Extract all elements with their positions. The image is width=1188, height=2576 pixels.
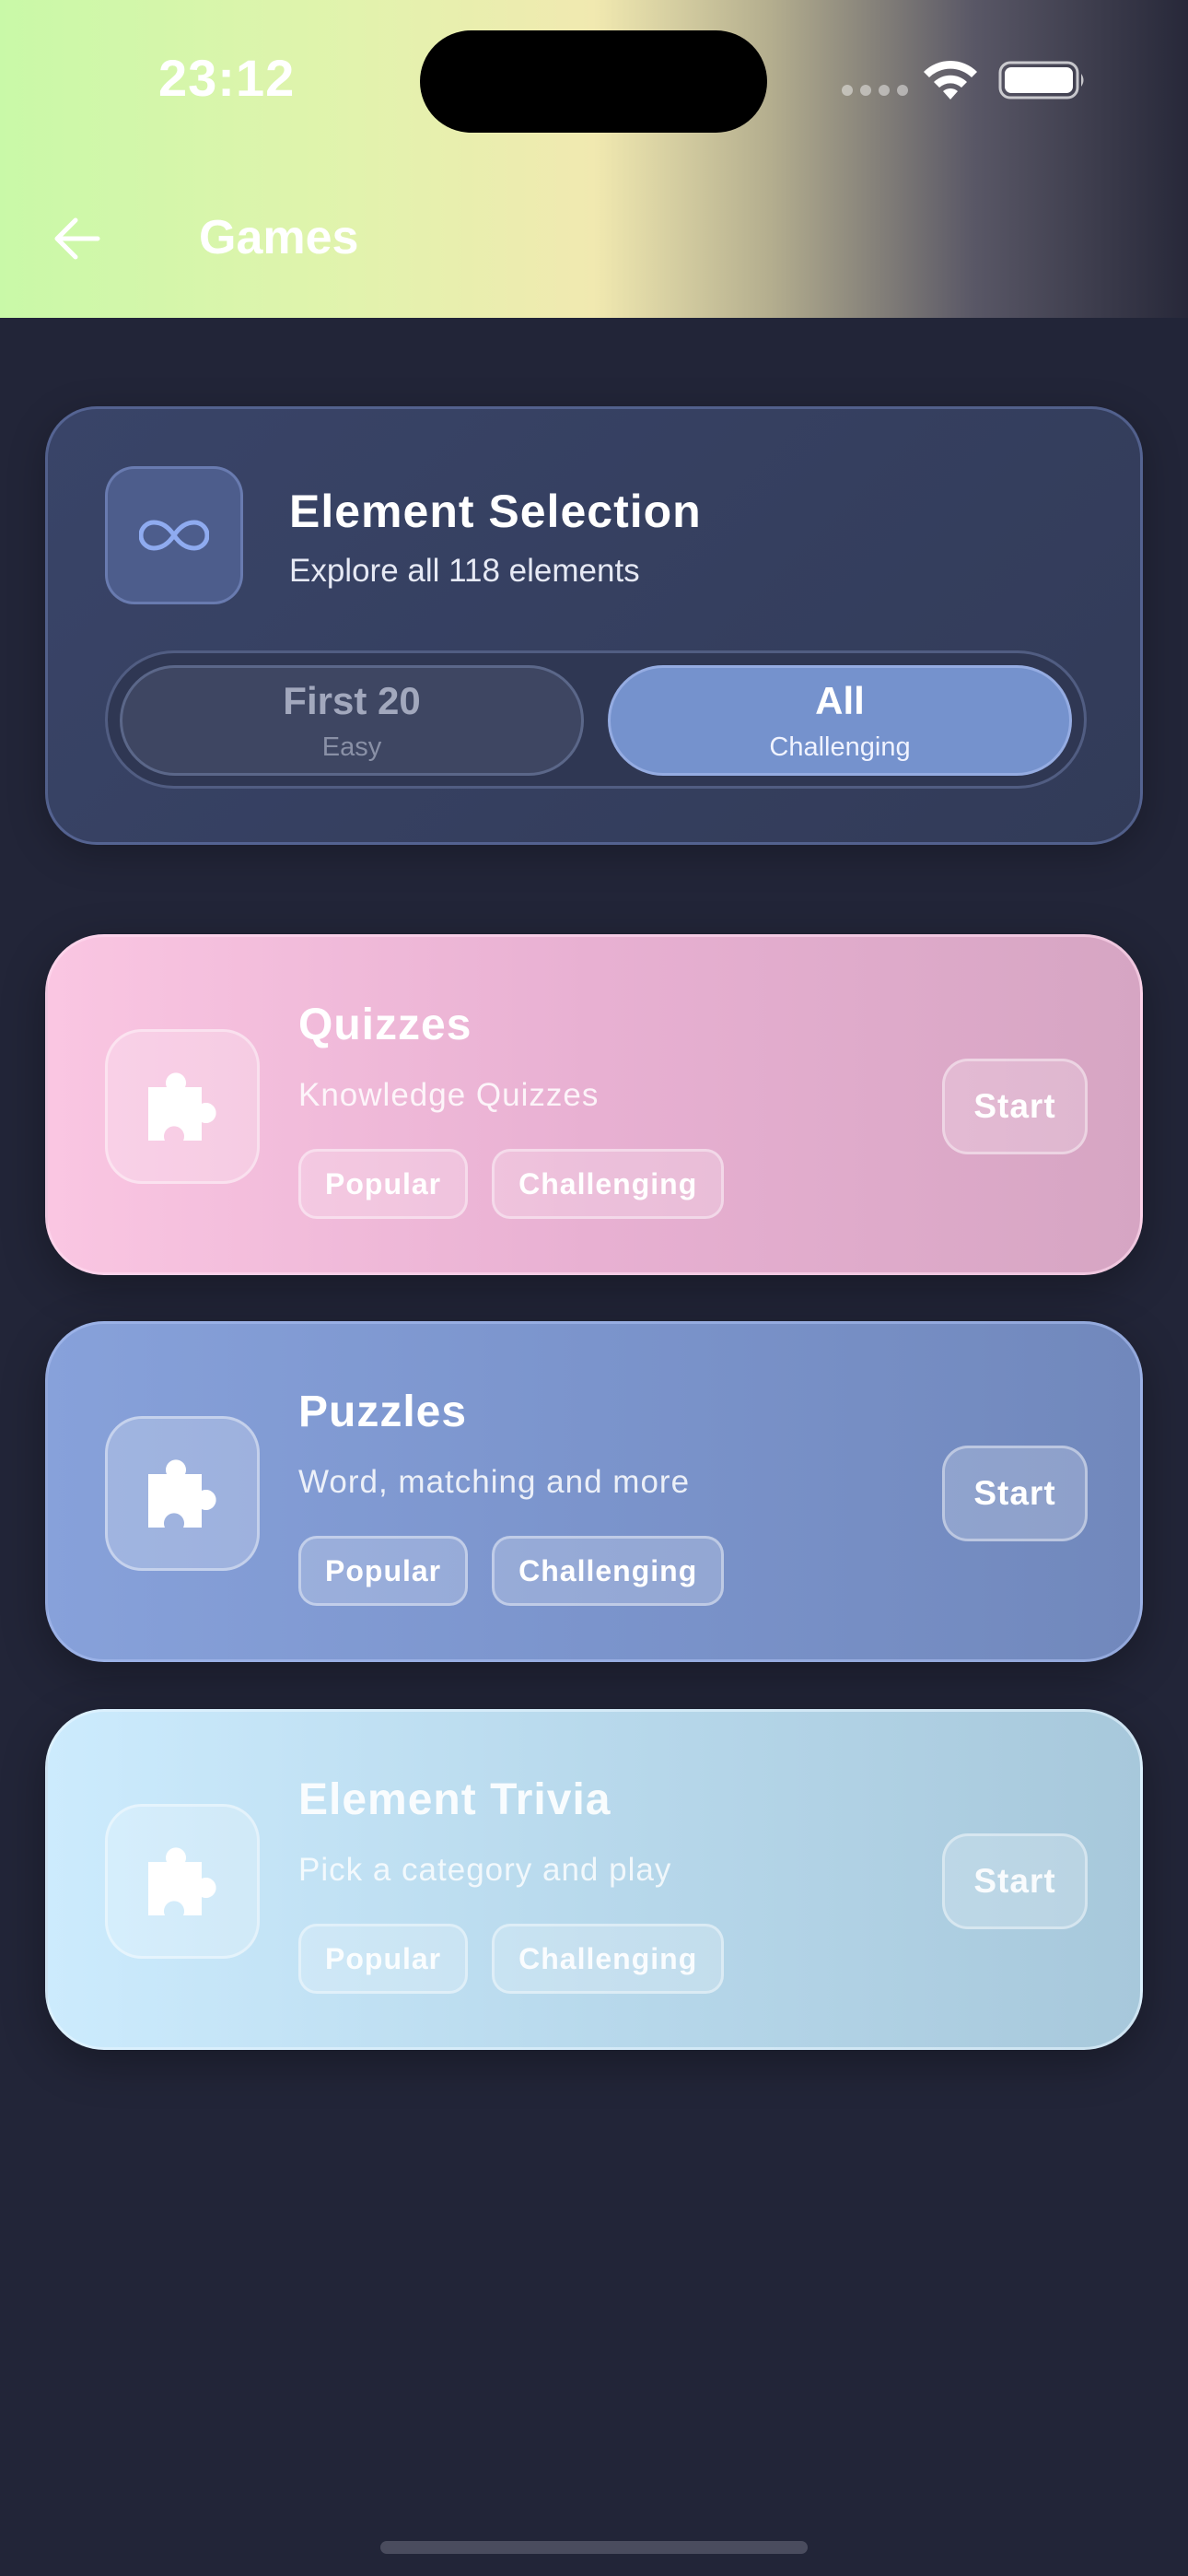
page-title: Games (199, 211, 359, 264)
game-card-puzzles[interactable]: Puzzles Word, matching and more Popular … (45, 1321, 1143, 1662)
back-button[interactable] (46, 208, 107, 269)
tag-challenging: Challenging (492, 1924, 725, 1994)
game-card-element-trivia[interactable]: Element Trivia Pick a category and play … (45, 1709, 1143, 2050)
game-subtitle: Pick a category and play (298, 1852, 672, 1888)
game-title: Quizzes (298, 1001, 472, 1049)
puzzle-icon (105, 1804, 260, 1959)
home-indicator[interactable] (380, 2541, 808, 2554)
game-title: Element Trivia (298, 1775, 611, 1824)
start-button[interactable]: Start (942, 1833, 1088, 1929)
option-hint: Easy (321, 732, 382, 762)
start-button[interactable]: Start (942, 1059, 1088, 1154)
selection-title: Element Selection (289, 486, 702, 537)
status-time: 23:12 (158, 49, 296, 107)
dynamic-island (420, 30, 767, 133)
cellular-signal-icon (842, 85, 908, 96)
wifi-icon (924, 60, 977, 100)
battery-icon (998, 61, 1084, 100)
element-range-toggle: First 20 Easy All Challenging (105, 650, 1087, 789)
game-tags: Popular Challenging (298, 1536, 725, 1606)
app-header: 23:12 Games (0, 0, 1188, 318)
infinity-icon (105, 466, 243, 604)
option-hint: Challenging (769, 732, 911, 762)
game-tags: Popular Challenging (298, 1149, 725, 1219)
puzzle-icon (105, 1029, 260, 1184)
game-title: Puzzles (298, 1388, 468, 1436)
option-label: First 20 (283, 678, 421, 722)
element-selection-card: Element Selection Explore all 118 elemen… (45, 406, 1143, 845)
games-screen: 23:12 Games Element Selection Explore al… (0, 0, 1188, 2576)
start-button[interactable]: Start (942, 1446, 1088, 1541)
puzzle-icon (105, 1416, 260, 1571)
tag-popular: Popular (298, 1924, 469, 1994)
option-label: All (815, 678, 865, 722)
arrow-left-icon (54, 217, 100, 260)
game-card-quizzes[interactable]: Quizzes Knowledge Quizzes Popular Challe… (45, 934, 1143, 1275)
game-tags: Popular Challenging (298, 1924, 725, 1994)
tag-challenging: Challenging (492, 1149, 725, 1219)
tag-popular: Popular (298, 1149, 469, 1219)
tag-challenging: Challenging (492, 1536, 725, 1606)
option-first-20[interactable]: First 20 Easy (120, 665, 584, 776)
selection-subtitle: Explore all 118 elements (289, 553, 640, 589)
tag-popular: Popular (298, 1536, 469, 1606)
game-subtitle: Knowledge Quizzes (298, 1077, 600, 1113)
option-all[interactable]: All Challenging (608, 665, 1072, 776)
game-subtitle: Word, matching and more (298, 1464, 691, 1500)
